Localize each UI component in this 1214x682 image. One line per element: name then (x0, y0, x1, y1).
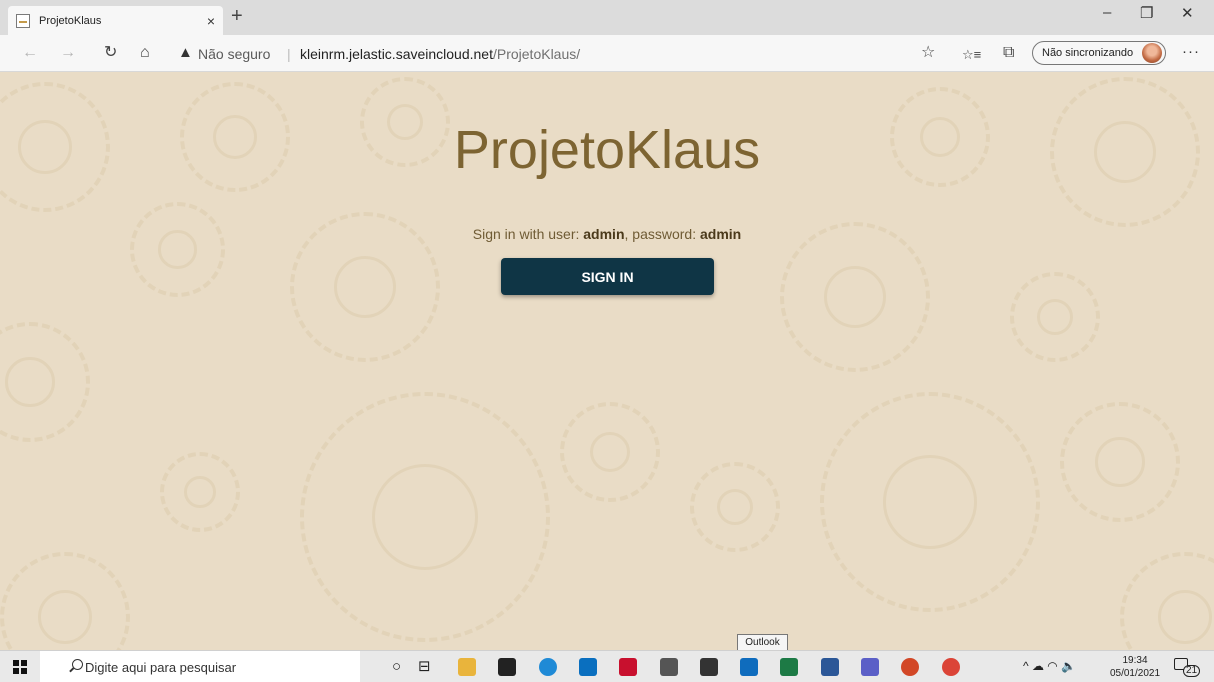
page-title: ProjetoKlaus (453, 120, 761, 180)
gear-decoration (690, 462, 780, 552)
mail-icon[interactable] (579, 658, 597, 676)
gear-decoration (820, 392, 1040, 612)
search-icon (72, 659, 83, 670)
maximize-button[interactable]: ❐ (1140, 4, 1153, 22)
store-icon[interactable] (498, 658, 516, 676)
favorite-star-icon[interactable]: ☆ (921, 44, 935, 62)
profile-sync-button[interactable]: Não sincronizando (1032, 41, 1166, 65)
notification-center-icon[interactable]: 21 (1174, 658, 1201, 677)
excel-icon[interactable] (780, 658, 798, 676)
favorites-icon[interactable]: ☆≡ (962, 46, 981, 64)
clock-date: 05/01/2021 (1109, 668, 1161, 679)
gear-decoration (160, 452, 240, 532)
warning-icon[interactable]: ▲ (178, 44, 193, 61)
gear-decoration (300, 392, 550, 642)
edge-icon[interactable] (539, 658, 557, 676)
close-window-button[interactable]: ✕ (1181, 4, 1194, 22)
clock-time: 19:34 (1122, 655, 1148, 666)
gear-decoration (0, 322, 90, 442)
tab-strip: ProjetoKlaus × + – ❐ ✕ (0, 0, 1214, 35)
outlook-icon[interactable] (740, 658, 758, 676)
powerpoint-icon[interactable] (901, 658, 919, 676)
hint-mid: , password: (624, 226, 700, 242)
gear-decoration (130, 202, 225, 297)
navigation-bar: ← → ↻ ⌂ ▲ Não seguro | kleinrm.jelastic.… (0, 35, 1214, 72)
forward-button[interactable]: → (60, 44, 76, 62)
chrome-icon[interactable] (942, 658, 960, 676)
notification-count: 21 (1183, 665, 1201, 677)
word-icon[interactable] (821, 658, 839, 676)
refresh-button[interactable]: ↻ (104, 44, 117, 62)
sync-label: Não sincronizando (1042, 47, 1134, 59)
gear-decoration (560, 402, 660, 502)
tab-title: ProjetoKlaus (39, 14, 102, 27)
taskbar-search-box[interactable]: Digite aqui para pesquisar (40, 651, 360, 682)
page-content: ProjetoKlaus Sign in with user: admin, p… (0, 72, 1214, 650)
file-explorer-icon[interactable] (458, 658, 476, 676)
cortana-icon[interactable]: ○ (392, 658, 401, 676)
teams-icon[interactable] (861, 658, 879, 676)
security-status[interactable]: Não seguro (198, 46, 270, 62)
minimize-button[interactable]: – (1103, 4, 1111, 21)
mcafee-icon[interactable] (619, 658, 637, 676)
gear-decoration (1120, 552, 1214, 650)
sign-in-button[interactable]: SIGN IN (501, 258, 714, 295)
login-hint: Sign in with user: admin, password: admi… (0, 226, 1214, 242)
more-options-button[interactable]: ··· (1182, 43, 1200, 60)
home-button[interactable]: ⌂ (140, 44, 150, 62)
settings-icon[interactable] (660, 658, 678, 676)
gear-decoration (0, 552, 130, 650)
system-tray-icons[interactable]: ^ ☁ ◠ 🔈 (1023, 659, 1076, 673)
taskbar: Digite aqui para pesquisar ○ ⊟ ^ ☁ ◠ 🔈 1… (0, 650, 1214, 682)
gear-decoration (1010, 272, 1100, 362)
gear-decoration (1060, 402, 1180, 522)
back-button[interactable]: ← (22, 44, 38, 62)
windows-start-icon[interactable] (13, 660, 27, 674)
feedback-icon[interactable] (700, 658, 718, 676)
collections-icon[interactable]: ⧉ (1003, 44, 1014, 62)
search-placeholder: Digite aqui para pesquisar (85, 659, 237, 675)
url-host: kleinrm.jelastic.saveincloud.net (300, 46, 493, 62)
gear-decoration (780, 222, 930, 372)
browser-tab[interactable]: ProjetoKlaus × (8, 6, 223, 35)
hint-prefix: Sign in with user: (472, 226, 584, 242)
tab-close-icon[interactable]: × (207, 13, 215, 29)
hint-user: admin (583, 226, 625, 242)
task-view-icon[interactable]: ⊟ (418, 658, 431, 676)
site-favicon-icon (16, 13, 30, 28)
avatar (1142, 43, 1162, 63)
taskbar-clock[interactable]: 19:34 05/01/2021 (1108, 654, 1162, 680)
url-path: /ProjetoKlaus/ (492, 46, 581, 62)
new-tab-button[interactable]: + (231, 6, 243, 26)
hint-password: admin (699, 226, 742, 242)
address-separator: | (287, 46, 291, 62)
address-bar[interactable]: kleinrm.jelastic.saveincloud.net/Projeto… (300, 46, 580, 62)
